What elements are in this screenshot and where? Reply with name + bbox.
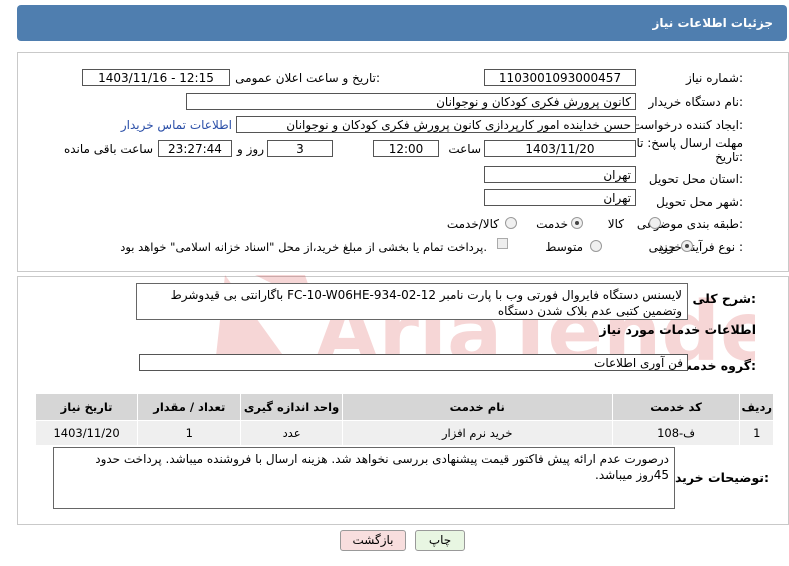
column-header: تاریخ نیاز xyxy=(34,393,139,421)
page-title: جزئیات اطلاعات نیاز xyxy=(652,16,773,30)
deadline-label: مهلت ارسال پاسخ: تا xyxy=(636,136,743,150)
creator-field: حسن خداینده امور کارپردازی کانون پرورش ف… xyxy=(236,116,636,133)
province-label: استان محل تحویل: xyxy=(648,172,743,186)
description-field: لایسنس دستگاه فایروال فورتی وب با پارت ن… xyxy=(136,283,688,320)
table-header-row: ردیف کد خدمت نام خدمت واحد اندازه گیری ت… xyxy=(34,393,774,421)
process-radio-minor[interactable] xyxy=(681,240,693,252)
table-cell: ف-108 xyxy=(611,420,741,446)
column-header: نام خدمت xyxy=(341,393,613,421)
days-label: روز و xyxy=(237,142,264,156)
services-section-title: اطلاعات خدمات مورد نیاز xyxy=(599,322,757,337)
deadline-date-label: تاریخ: xyxy=(715,150,743,164)
category-radio-goods[interactable] xyxy=(649,217,661,229)
category-radio-goods-service[interactable] xyxy=(505,217,517,229)
buyer-field: کانون پرورش فکری کودکان و نوجوانان xyxy=(186,93,636,110)
services-table: ردیف کد خدمت نام خدمت واحد اندازه گیری ت… xyxy=(34,393,774,446)
process-option-minor: جزیی xyxy=(648,240,676,254)
remaining-time-label: ساعت باقی مانده xyxy=(63,142,153,156)
service-group-label: گروه خدمت: xyxy=(679,358,756,373)
column-header: ردیف xyxy=(739,393,774,421)
column-header: واحد اندازه گیری xyxy=(240,393,343,421)
column-header: کد خدمت xyxy=(611,393,741,421)
page-header: جزئیات اطلاعات نیاز xyxy=(17,5,787,41)
buyer-notes-field: درصورت عدم ارائه پیش فاکتور قیمت پیشنهاد… xyxy=(53,447,675,509)
column-header: تعداد / مقدار xyxy=(137,393,242,421)
announce-date-label: تاریخ و ساعت اعلان عمومی: xyxy=(235,71,380,85)
remaining-time-field: 23:27:44 xyxy=(158,140,232,157)
process-radio-medium[interactable] xyxy=(590,240,602,252)
category-option-service: خدمت xyxy=(536,217,568,231)
table-cell: 1 xyxy=(739,420,774,446)
city-label: شهر محل تحویل: xyxy=(656,195,743,209)
creator-label: ایجاد کننده درخواست: xyxy=(632,118,743,132)
table-cell: عدد xyxy=(240,420,343,446)
treasury-payment-checkbox[interactable] xyxy=(497,238,508,249)
need-number-label: شماره نیاز: xyxy=(685,71,743,85)
table-row: 1 ف-108 خرید نرم افزار عدد 1 1403/11/20 xyxy=(34,420,774,446)
table-cell: خرید نرم افزار xyxy=(341,420,613,446)
service-group-field: فن آوری اطلاعات xyxy=(139,354,688,371)
days-remaining-field: 3 xyxy=(267,140,333,157)
city-field: تهران xyxy=(484,189,636,206)
print-button[interactable]: چاپ xyxy=(415,530,465,551)
deadline-time-label: ساعت xyxy=(448,142,481,156)
announce-date-field: 1403/11/16 - 12:15 xyxy=(82,69,230,86)
deadline-time-field: 12:00 xyxy=(373,140,439,157)
buyer-label: نام دستگاه خریدار: xyxy=(648,95,744,109)
buyer-notes-label: توضیحات خریدار: xyxy=(663,470,769,485)
treasury-payment-note: پرداخت تمام یا بخشی از مبلغ خرید،از محل … xyxy=(120,240,487,254)
process-option-medium: متوسط xyxy=(545,240,583,254)
need-number-field: 1103001093000457 xyxy=(484,69,636,86)
category-radio-service[interactable] xyxy=(571,217,583,229)
province-field: تهران xyxy=(484,166,636,183)
table-cell: 1403/11/20 xyxy=(34,420,139,446)
back-button[interactable]: بازگشت xyxy=(340,530,406,551)
category-option-goods: کالا xyxy=(607,217,624,231)
buyer-contact-link[interactable]: اطلاعات تماس خریدار xyxy=(121,118,232,132)
category-option-goods-service: کالا/خدمت xyxy=(446,217,499,231)
table-cell: 1 xyxy=(137,420,242,446)
deadline-date-field: 1403/11/20 xyxy=(484,140,636,157)
